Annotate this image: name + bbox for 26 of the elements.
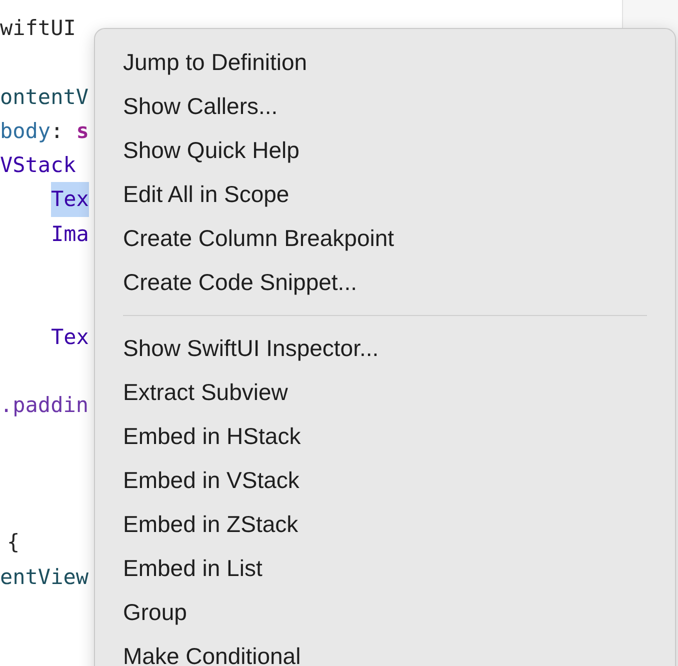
menu-item[interactable]: Embed in HStack — [95, 414, 675, 458]
code-text: Tex — [51, 324, 89, 351]
menu-item[interactable]: Group — [95, 590, 675, 634]
code-text: s — [76, 118, 89, 145]
code-text: Ima — [51, 220, 89, 248]
code-text: VStack — [0, 152, 76, 180]
code-text: ontentV — [0, 84, 89, 111]
menu-item[interactable]: Show SwiftUI Inspector... — [95, 326, 675, 370]
code-text: body — [0, 118, 51, 145]
menu-item[interactable]: Show Callers... — [95, 84, 675, 128]
code-text: { — [7, 529, 20, 556]
menu-item[interactable]: Show Quick Help — [95, 128, 675, 172]
menu-item[interactable]: Edit All in Scope — [95, 172, 675, 216]
menu-item[interactable]: Embed in VStack — [95, 458, 675, 502]
menu-item[interactable]: Create Code Snippet... — [95, 260, 675, 304]
code-text: entView — [0, 564, 89, 591]
menu-item[interactable]: Embed in List — [95, 546, 675, 590]
menu-item[interactable]: Make Conditional — [95, 634, 675, 666]
code-text: : — [50, 118, 64, 145]
code-text: .paddin — [0, 392, 89, 420]
menu-item[interactable]: Embed in ZStack — [95, 502, 675, 546]
menu-item[interactable]: Extract Subview — [95, 370, 675, 414]
menu-item[interactable]: Jump to Definition — [95, 40, 675, 84]
selected-code-text: Tex — [51, 182, 89, 217]
code-text: wiftUI — [0, 15, 76, 42]
menu-item[interactable]: Create Column Breakpoint — [95, 216, 675, 260]
